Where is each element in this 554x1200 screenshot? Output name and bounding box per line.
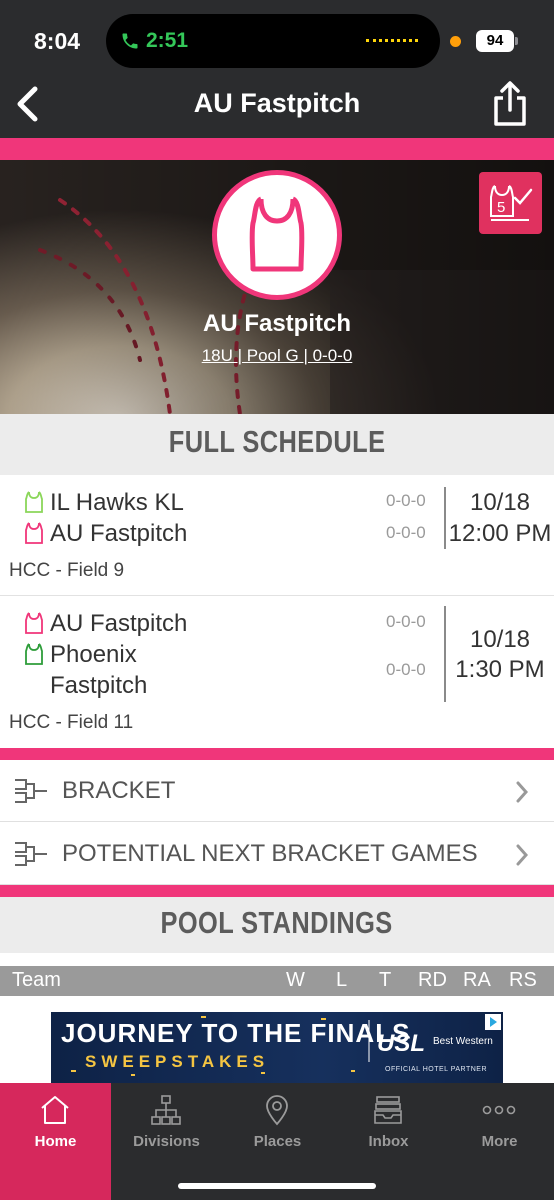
game-card[interactable]: AU Fastpitch 0-0-0 Phoenix Fastpitch 0-0… [0,596,554,748]
dynamic-island[interactable]: 2:51 [106,14,440,68]
bracket-label: BRACKET [62,777,176,804]
accent-divider [0,748,554,760]
game-date: 10/18 [469,489,531,516]
page-title: AU Fastpitch [193,88,361,118]
status-time: 8:04 [34,28,81,54]
hierarchy-icon [151,1095,181,1125]
standings-table-header: Team W L T RD RA RS [0,966,554,996]
jersey-icon [25,612,43,634]
tab-more[interactable]: More [444,1083,554,1200]
team-name: Phoenix [50,641,137,668]
app-screen: 8:04 2:51 94 AU Fastpitch AU Fastpitch 1… [0,0,554,1200]
game-team-row: AU Fastpitch [24,610,187,638]
home-indicator[interactable] [178,1183,376,1189]
game-location: HCC - Field 11 [9,712,134,733]
phone-icon [122,33,138,49]
call-indicator: 2:51 [120,29,188,53]
column-header-runs-scored[interactable]: RS [509,969,537,992]
game-team-row: AU Fastpitch [24,520,187,548]
battery-level: 94 [486,32,504,49]
advertisement-banner[interactable]: JOURNEY TO THE FINALS SWEEPSTAKES USL Be… [51,1012,503,1084]
game-team-row: Phoenix [24,641,137,669]
map-pin-icon [266,1095,288,1126]
bracket-link[interactable]: BRACKET [0,760,554,822]
team-logo [212,170,342,300]
potential-bracket-games-label: POTENTIAL NEXT BRACKET GAMES [62,840,478,867]
game-date: 10/18 [469,626,531,653]
team-checkin-icon: 5 [490,185,533,221]
column-header-losses[interactable]: L [336,969,347,992]
pool-standings-header: POOL STANDINGS [0,897,554,953]
chevron-right-icon [516,844,529,866]
ad-choices-icon[interactable] [485,1014,501,1030]
column-header-runs-allowed[interactable]: RA [463,969,491,992]
tab-label: Home [34,1133,77,1150]
column-header-run-diff[interactable]: RD [418,969,447,992]
full-schedule-header: FULL SCHEDULE [0,414,554,475]
game-team-row-continued: Fastpitch [50,672,147,700]
accent-divider [0,885,554,897]
accent-divider [0,138,554,160]
full-schedule-title: FULL SCHEDULE [168,424,386,459]
top-bar: 8:04 2:51 94 AU Fastpitch [0,0,554,138]
privacy-indicator-icon [450,36,461,47]
tab-label: Inbox [368,1133,409,1150]
team-name: AU Fastpitch [50,520,188,547]
ad-partner-caption: OFFICIAL HOTEL PARTNER [385,1066,488,1073]
audio-waveform-icon [366,39,418,43]
team-record: 0-0-0 [386,491,426,510]
tab-home[interactable]: Home [0,1083,111,1200]
team-name: Fastpitch [50,672,148,699]
inbox-icon [374,1096,402,1124]
potential-bracket-games-link[interactable]: POTENTIAL NEXT BRACKET GAMES [0,823,554,885]
game-team-row: IL Hawks KL [24,489,184,517]
share-button[interactable] [490,80,530,128]
team-hero: AU Fastpitch 18U | Pool G | 0-0-0 5 [0,160,554,414]
team-name: AU Fastpitch [202,310,351,337]
jersey-icon [25,522,43,544]
team-record: 0-0-0 [386,612,426,631]
pool-standings-title: POOL STANDINGS [160,905,394,940]
tab-label: Places [253,1133,302,1150]
battery-icon: 94 [476,30,518,52]
jersey-icon [25,491,43,513]
game-time: 12:00 PM [448,520,552,547]
team-division-link[interactable]: 18U | Pool G | 0-0-0 [0,346,554,366]
game-location: HCC - Field 9 [9,560,125,581]
chevron-right-icon [516,781,529,803]
team-name: AU Fastpitch [50,610,188,637]
tab-label: Divisions [133,1133,200,1150]
bracket-icon [15,779,47,803]
team-record: 0-0-0 [386,660,426,679]
jersey-icon [249,196,305,272]
column-header-ties[interactable]: T [379,969,391,992]
more-icon [482,1105,516,1115]
column-header-team[interactable]: Team [12,969,61,992]
ad-partner-logo: Best Western [433,1036,493,1047]
tab-label: More [481,1133,518,1150]
ad-headline: JOURNEY TO THE FINALS [61,1018,411,1048]
chevron-left-icon [17,86,38,122]
bracket-icon [15,842,47,866]
checkin-number: 5 [497,199,505,216]
game-card[interactable]: IL Hawks KL 0-0-0 AU Fastpitch 0-0-0 10/… [0,475,554,596]
checkin-button[interactable]: 5 [479,172,542,234]
divider [444,606,446,702]
call-timer: 2:51 [146,29,189,52]
game-time: 1:30 PM [455,656,545,683]
home-icon [41,1096,69,1124]
team-record: 0-0-0 [386,523,426,542]
jersey-icon [25,643,43,665]
column-header-wins[interactable]: W [286,969,305,992]
ad-brand-logo: USL [377,1030,425,1057]
ad-subheadline: SWEEPSTAKES [85,1052,270,1071]
back-button[interactable] [10,82,44,126]
team-name: IL Hawks KL [50,489,184,516]
share-icon [494,81,526,126]
